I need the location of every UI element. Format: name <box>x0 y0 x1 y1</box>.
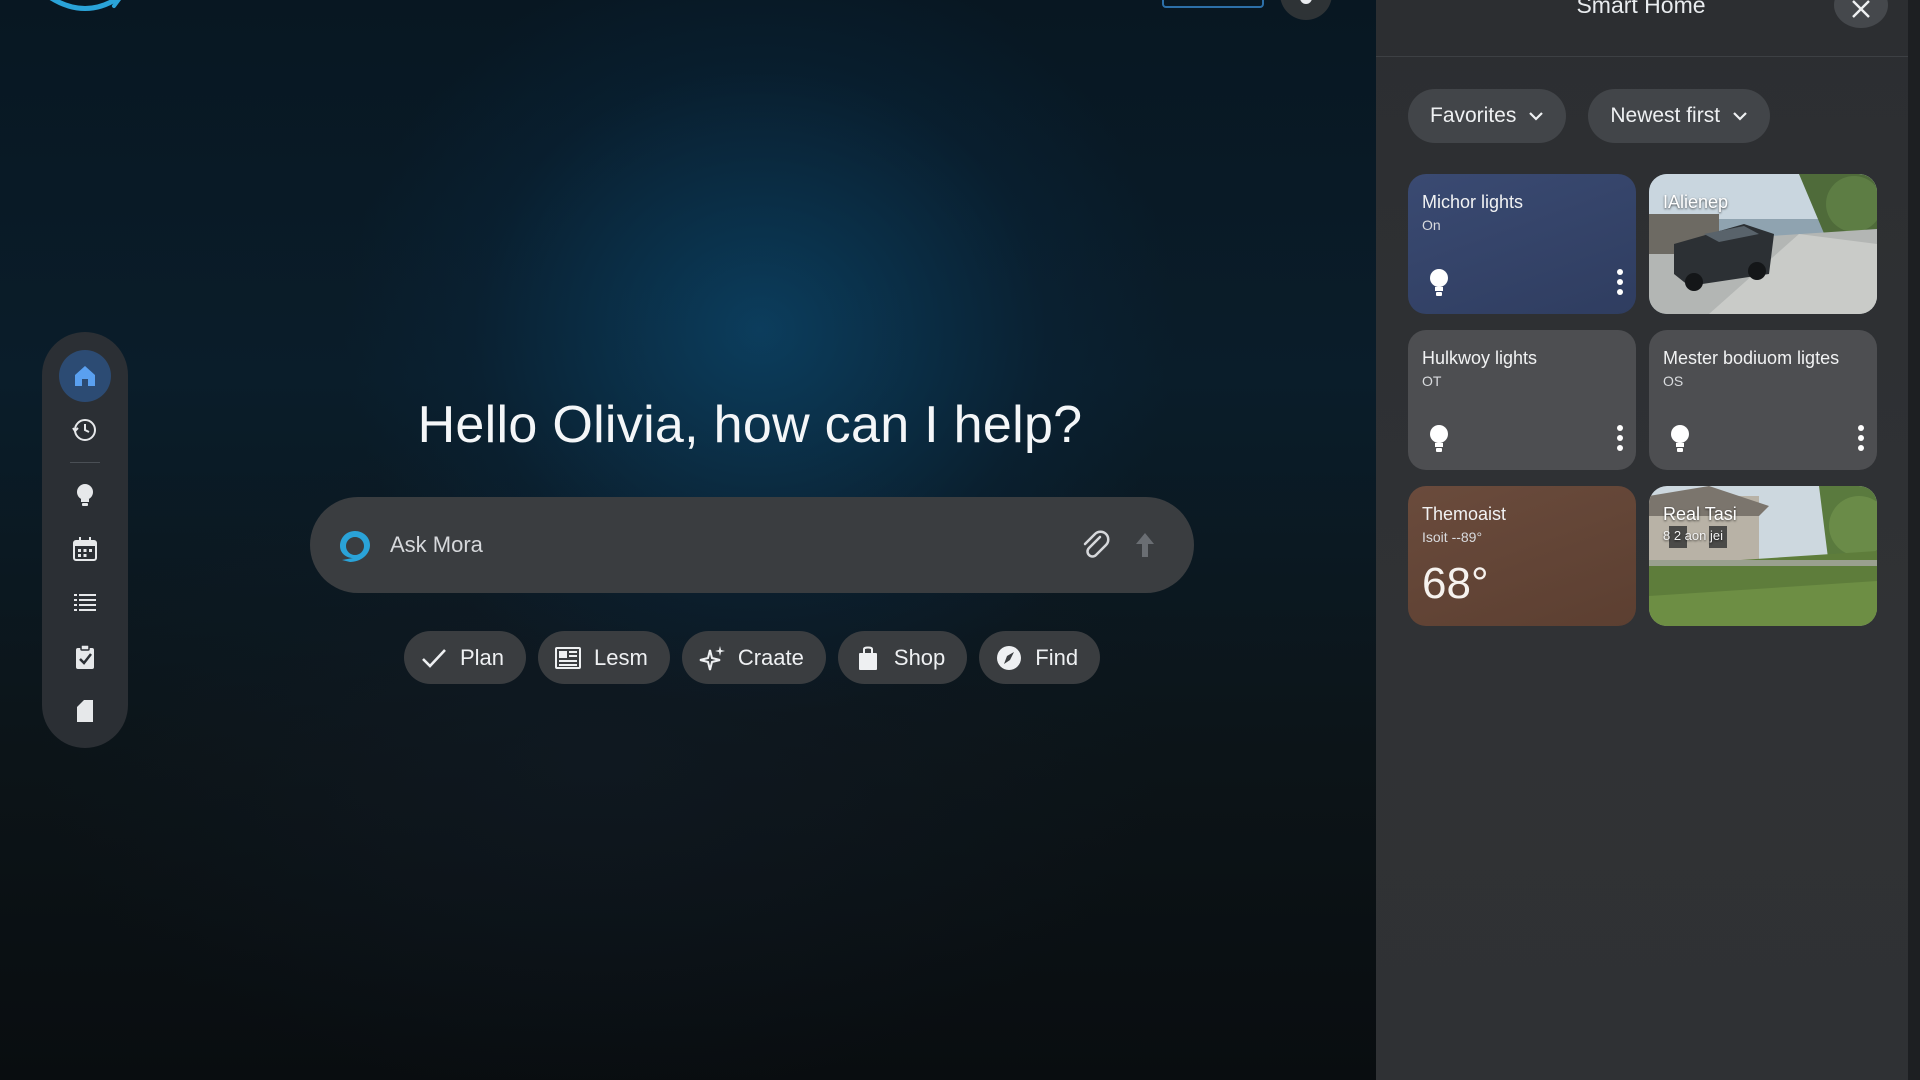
sidebar-item-smart-home[interactable] <box>59 469 111 521</box>
chevron-down-icon <box>1529 112 1544 121</box>
device-status: On <box>1422 217 1441 233</box>
history-icon <box>72 419 96 441</box>
chevron-down-icon <box>1733 112 1747 121</box>
device-tile-camera[interactable]: Real Tasi 8 2 aon jei <box>1649 486 1877 626</box>
device-status: OT <box>1422 373 1442 389</box>
device-name: Themoaist <box>1422 504 1507 524</box>
filter-label: Favorites <box>1430 104 1517 127</box>
search-bar[interactable] <box>310 497 1194 593</box>
chip-shop[interactable]: Shop <box>837 631 968 684</box>
amazon-smile-logo <box>49 0 121 11</box>
list-icon <box>74 594 96 611</box>
panel-filters: Favorites Newest first <box>1408 89 1771 143</box>
lightbulb-icon[interactable] <box>1428 268 1450 298</box>
more-options-icon[interactable] <box>1616 268 1624 296</box>
home-icon <box>75 366 95 386</box>
sidebar-item-documents[interactable] <box>59 685 111 737</box>
sidebar-item-home[interactable] <box>59 350 111 402</box>
suggestion-chips: Plan Lesm Craate Shop Find <box>404 631 1101 684</box>
device-tile-thermostat[interactable]: Themoaist Isoit --89° 68° <box>1408 486 1636 626</box>
more-options-icon[interactable] <box>1857 424 1865 452</box>
device-status: Isoit --89° <box>1422 529 1483 545</box>
attach-icon[interactable] <box>1078 528 1112 562</box>
filter-sort-dropdown[interactable]: Newest first <box>1588 89 1771 143</box>
sidebar-item-calendar[interactable] <box>59 523 111 575</box>
sidebar-item-history[interactable] <box>59 404 111 456</box>
checklist-icon <box>76 644 94 669</box>
more-options-icon[interactable] <box>1616 424 1624 452</box>
lightbulb-icon[interactable] <box>1428 424 1450 454</box>
profile-button[interactable] <box>1280 0 1332 20</box>
filter-label: Newest first <box>1610 104 1721 127</box>
send-arrow-icon[interactable] <box>1132 530 1158 560</box>
sidebar <box>42 332 128 748</box>
shopping-bag-icon <box>858 646 877 670</box>
device-tile-light[interactable]: Michor lights On <box>1408 174 1636 314</box>
camera-name: Real Tasi <box>1663 504 1737 524</box>
sparkle-icon <box>699 645 725 670</box>
chip-find[interactable]: Find <box>979 631 1101 684</box>
chip-label: Find <box>1035 644 1079 670</box>
top-toolbar-button[interactable] <box>1162 0 1264 8</box>
close-icon <box>1852 0 1870 18</box>
main-area: Hello Olivia, how can I help? Plan <box>0 0 1376 1080</box>
chip-learn[interactable]: Lesm <box>538 631 670 684</box>
page-title: Hello Olivia, how can I help? <box>417 396 1083 454</box>
document-icon <box>77 700 93 722</box>
camera-subtitle: 8 2 aon jei <box>1663 528 1723 543</box>
sidebar-item-tasks[interactable] <box>59 631 111 683</box>
sidebar-divider <box>70 462 100 463</box>
panel-scrollbar-track <box>1908 0 1920 1080</box>
lightbulb-icon[interactable] <box>1669 424 1691 454</box>
chip-create[interactable]: Craate <box>681 631 826 684</box>
sidebar-item-lists[interactable] <box>59 577 111 629</box>
compass-icon <box>997 645 1022 670</box>
newspaper-icon <box>555 646 582 669</box>
alexa-logo-icon <box>340 531 370 562</box>
device-tile-light[interactable]: Mester bodiuom ligtes OS <box>1649 330 1877 470</box>
filter-favorites-dropdown[interactable]: Favorites <box>1408 89 1567 143</box>
device-name: Michor lights <box>1422 192 1524 212</box>
checkmark-icon <box>422 648 446 668</box>
panel-title: Smart Home <box>1576 0 1706 18</box>
chip-label: Shop <box>893 644 946 670</box>
device-tile-camera[interactable]: IAlienep <box>1649 174 1877 314</box>
chip-plan[interactable]: Plan <box>404 631 527 684</box>
camera-name: IAlienep <box>1663 192 1729 212</box>
device-name: Hulkwoy lights <box>1422 348 1538 368</box>
device-tile-light[interactable]: Hulkwoy lights OT <box>1408 330 1636 470</box>
device-name: Mester bodiuom ligtes <box>1663 348 1840 368</box>
chip-label: Plan <box>460 644 505 670</box>
chip-label: Lesm <box>594 644 648 670</box>
device-status: OS <box>1663 373 1684 389</box>
thermostat-temperature: 68° <box>1422 559 1489 608</box>
device-grid: Michor lights On IAlienep Hulkwoy lights… <box>1408 174 1878 626</box>
search-input[interactable] <box>390 532 1078 558</box>
lightbulb-icon <box>77 484 93 506</box>
calendar-icon <box>73 537 97 561</box>
chip-label: Craate <box>737 644 804 670</box>
